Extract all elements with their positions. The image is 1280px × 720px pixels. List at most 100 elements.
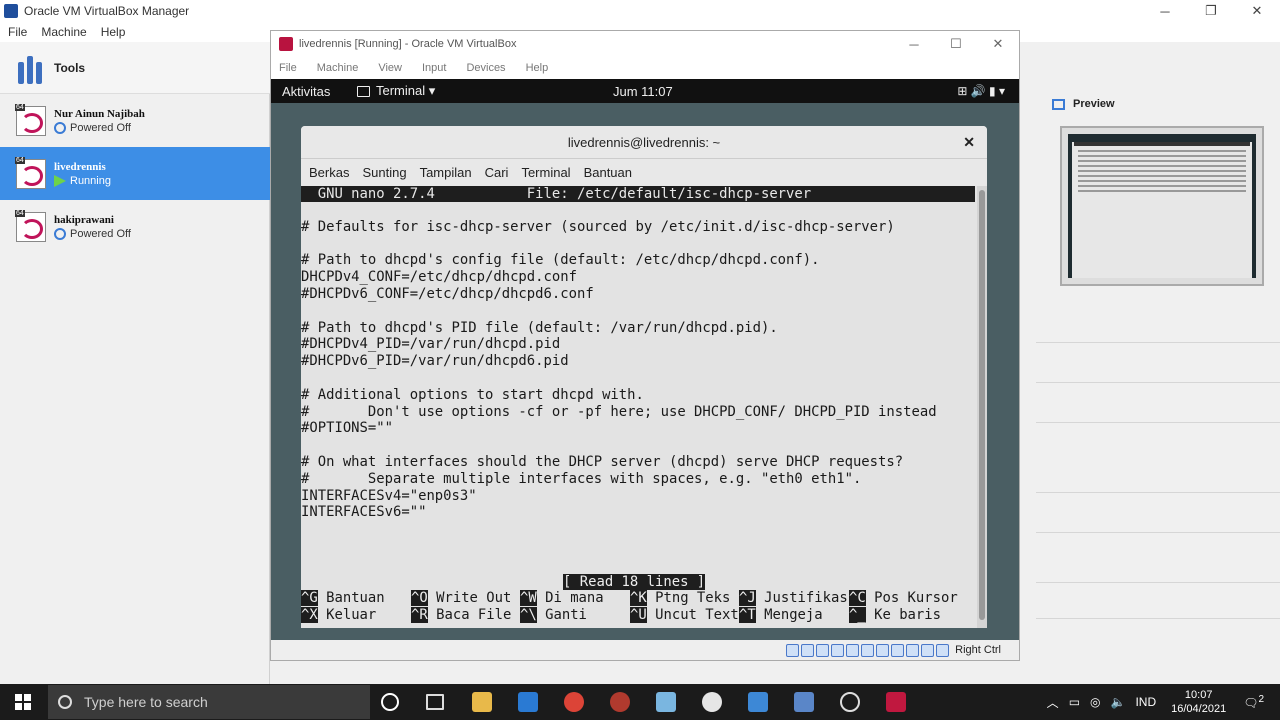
file-line[interactable]: #DHCPDv6_PID=/var/run/dhcpd6.pid: [301, 353, 977, 370]
keyboard-capture-icon[interactable]: [936, 643, 950, 657]
file-line[interactable]: [301, 236, 977, 253]
shared-folders-icon[interactable]: [861, 643, 875, 657]
mouse-integration-icon[interactable]: [921, 643, 935, 657]
shortcut-key: ^\: [520, 607, 537, 623]
show-hidden-icons-icon[interactable]: ︿: [1047, 694, 1059, 711]
maximize-button[interactable]: ☐: [935, 31, 977, 57]
file-line[interactable]: #OPTIONS="": [301, 420, 977, 437]
file-explorer-icon[interactable]: [472, 692, 492, 712]
taskbar-clock[interactable]: 10:07 16/04/2021: [1171, 688, 1226, 716]
file-content[interactable]: # Defaults for isc-dhcp-server (sourced …: [301, 202, 977, 521]
start-button[interactable]: [0, 684, 46, 720]
app-icon[interactable]: [656, 692, 676, 712]
media-player-icon[interactable]: [610, 692, 630, 712]
file-line[interactable]: [301, 370, 977, 387]
virtualbox-logo-icon: [4, 4, 18, 18]
video-capture-icon[interactable]: [891, 643, 905, 657]
task-view-icon[interactable]: [426, 694, 444, 710]
optical-drive-icon[interactable]: [801, 643, 815, 657]
term-menu-bantuan[interactable]: Bantuan: [584, 165, 632, 180]
terminal-scrollbar[interactable]: [977, 186, 987, 628]
gnome-clock[interactable]: Jum 11:07: [613, 84, 673, 99]
vm-titlebar: livedrennis [Running] - Oracle VM Virtua…: [271, 31, 1019, 57]
minimize-button[interactable]: ─: [1142, 0, 1188, 22]
preview-header[interactable]: Preview: [1052, 98, 1115, 110]
menu-machine[interactable]: Machine: [41, 25, 86, 39]
battery-icon[interactable]: ▭: [1069, 695, 1080, 709]
volume-icon[interactable]: 🔈: [1111, 695, 1126, 709]
vm-window-icon: [279, 37, 293, 51]
mail-icon[interactable]: [518, 692, 538, 712]
shortcut-key: ^G: [301, 590, 318, 606]
vm-item-livedrennis[interactable]: 64 livedrennis Running: [0, 147, 270, 200]
menu-help[interactable]: Help: [101, 25, 126, 39]
vm-menu-help[interactable]: Help: [526, 62, 549, 74]
file-line[interactable]: [301, 437, 977, 454]
vm-menu-devices[interactable]: Devices: [466, 62, 505, 74]
vm-item-nur-ainun-najibah[interactable]: 64 Nur Ainun Najibah Powered Off: [0, 94, 270, 147]
vm-menu-file[interactable]: File: [279, 62, 297, 74]
term-menu-berkas[interactable]: Berkas: [309, 165, 349, 180]
file-line[interactable]: INTERFACESv6="": [301, 504, 977, 521]
file-line[interactable]: # Additional options to start dhcpd with…: [301, 387, 977, 404]
file-line[interactable]: [301, 202, 977, 219]
activities-button[interactable]: Aktivitas: [282, 84, 330, 99]
terminal-window[interactable]: livedrennis@livedrennis: ~ ✕ Berkas Sunt…: [301, 126, 987, 628]
network-globe-icon[interactable]: ◎: [1090, 695, 1100, 709]
file-line[interactable]: DHCPDv4_CONF=/etc/dhcp/dhcpd.conf: [301, 269, 977, 286]
term-menu-terminal[interactable]: Terminal: [521, 165, 570, 180]
notification-center-icon[interactable]: 🗨2: [1243, 694, 1264, 710]
file-line[interactable]: #DHCPDv6_CONF=/etc/dhcp/dhcpd6.conf: [301, 286, 977, 303]
file-line[interactable]: [301, 303, 977, 320]
nano-shortcut: ^_ Ke baris: [849, 607, 941, 624]
vm-window: livedrennis [Running] - Oracle VM Virtua…: [270, 30, 1020, 661]
virtualbox-taskbar-icon[interactable]: [794, 692, 814, 712]
terminal-close-icon[interactable]: ✕: [963, 134, 975, 151]
vm-menu-input[interactable]: Input: [422, 62, 446, 74]
nano-shortcut: ^O Write Out: [411, 590, 511, 607]
remote-desktop-icon[interactable]: [748, 692, 768, 712]
input-language[interactable]: IND: [1135, 695, 1156, 709]
restore-button[interactable]: ❐: [1188, 0, 1234, 22]
guest-screen[interactable]: Aktivitas Terminal ▾ Jum 11:07 ⊞ 🔊 ▮ ▾ l…: [271, 79, 1019, 640]
minimize-button[interactable]: ─: [893, 31, 935, 57]
vm-taskbar-icon[interactable]: [886, 692, 906, 712]
gnome-system-tray[interactable]: ⊞ 🔊 ▮ ▾: [957, 84, 1005, 98]
usb-icon[interactable]: [846, 643, 860, 657]
taskbar-search-box[interactable]: Type here to search: [48, 685, 370, 719]
term-menu-tampilan[interactable]: Tampilan: [420, 165, 472, 180]
shortcut-key: ^_: [849, 607, 866, 623]
menu-file[interactable]: File: [8, 25, 27, 39]
file-line[interactable]: # Defaults for isc-dhcp-server (sourced …: [301, 219, 977, 236]
close-button[interactable]: ✕: [1234, 0, 1280, 22]
vm-menu-machine[interactable]: Machine: [317, 62, 359, 74]
term-menu-cari[interactable]: Cari: [485, 165, 509, 180]
shortcut-label: Uncut Text: [655, 607, 739, 623]
file-line[interactable]: # Path to dhcpd's PID file (default: /va…: [301, 320, 977, 337]
file-line[interactable]: INTERFACESv4="enp0s3": [301, 488, 977, 505]
file-line[interactable]: #DHCPDv4_PID=/var/run/dhcpd.pid: [301, 336, 977, 353]
file-line[interactable]: # Separate multiple interfaces with spac…: [301, 471, 977, 488]
file-line[interactable]: # Path to dhcpd's config file (default: …: [301, 252, 977, 269]
chrome-icon[interactable]: [564, 692, 584, 712]
settings-gear-icon[interactable]: [702, 692, 722, 712]
network-icon[interactable]: [831, 643, 845, 657]
close-button[interactable]: ✕: [977, 31, 1019, 57]
manager-title: Oracle VM VirtualBox Manager: [24, 4, 190, 18]
terminal-icon: [357, 85, 370, 97]
vm-menu-view[interactable]: View: [378, 62, 402, 74]
cortana-icon[interactable]: [381, 693, 399, 711]
nano-editor[interactable]: GNU nano 2.7.4 File: /etc/default/isc-dh…: [301, 186, 977, 628]
nano-shortcut: ^X Keluar: [301, 607, 376, 624]
vm-item-hakiprawani[interactable]: 64 hakiprawani Powered Off: [0, 200, 270, 253]
audio-icon[interactable]: [816, 643, 830, 657]
file-line[interactable]: # Don't use options -cf or -pf here; use…: [301, 404, 977, 421]
file-line[interactable]: # On what interfaces should the DHCP ser…: [301, 454, 977, 471]
cpu-icon[interactable]: [906, 643, 920, 657]
hdd-icon[interactable]: [786, 643, 800, 657]
term-menu-sunting[interactable]: Sunting: [362, 165, 406, 180]
terminal-app-menu[interactable]: Terminal ▾: [357, 83, 435, 99]
tools-item[interactable]: Tools: [0, 42, 270, 94]
obs-icon[interactable]: [840, 692, 860, 712]
display-icon[interactable]: [876, 643, 890, 657]
